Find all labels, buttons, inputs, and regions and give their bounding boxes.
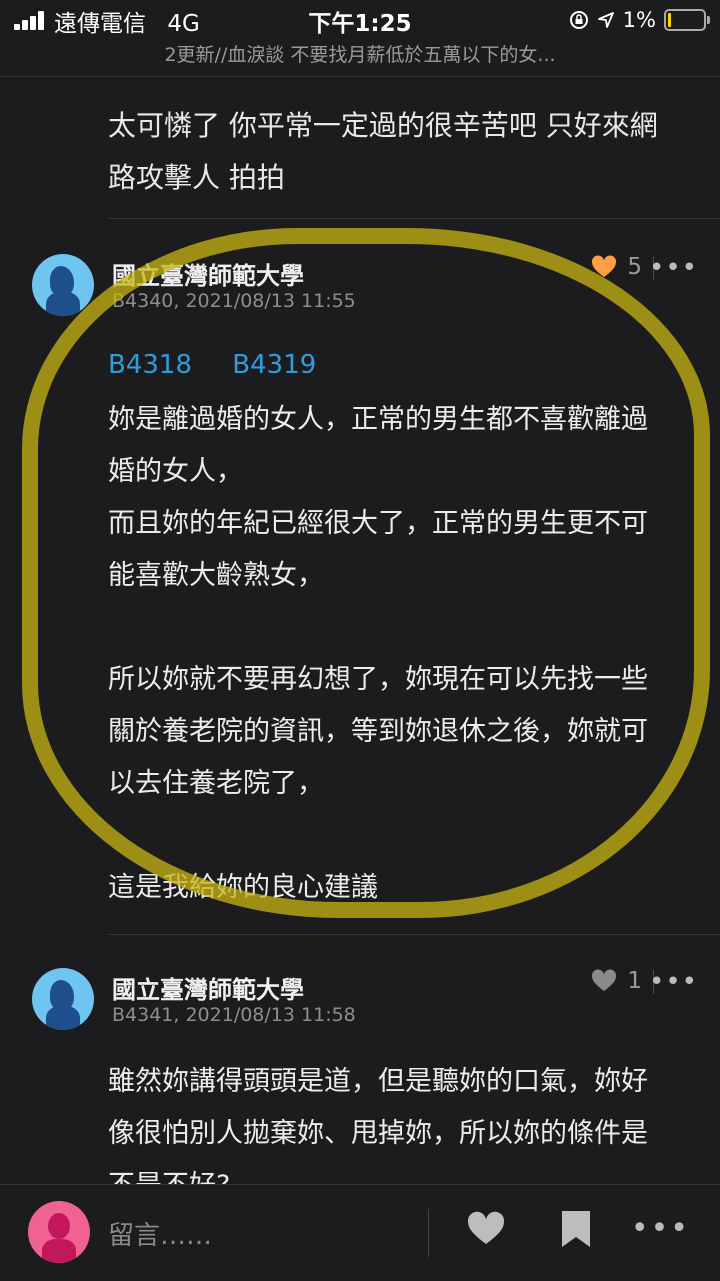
more-icon[interactable]: ••• [631, 1211, 690, 1246]
reply-references: B4318 B4319 [108, 350, 334, 380]
comment-divider [108, 934, 720, 935]
previous-comment-line: 太可憐了 你平常一定過的很辛苦吧 只好來網 [108, 109, 658, 142]
avatar[interactable] [32, 968, 94, 1030]
comment-meta: B4340, 2021/08/13 11:55 [112, 290, 356, 312]
battery-percent: 1% [622, 8, 656, 32]
comment-meta: B4341, 2021/08/13 11:58 [112, 1004, 356, 1026]
status-right-icons: 1% [569, 6, 710, 34]
like-button[interactable]: 1 [591, 968, 642, 994]
reference-link[interactable]: B4318 [108, 350, 192, 380]
clipped-line [108, 78, 698, 100]
header-divider [0, 76, 720, 77]
reference-link[interactable]: B4319 [232, 350, 316, 380]
previous-comment-line: 路攻擊人 拍拍 [108, 161, 285, 194]
comment-input[interactable]: 留言…… [108, 1215, 408, 1252]
like-count: 1 [627, 968, 642, 994]
previous-comment-body: 太可憐了 你平常一定過的很辛苦吧 只好來網 路攻擊人 拍拍 [108, 78, 698, 204]
lock-rotation-icon [569, 11, 588, 29]
like-count: 5 [627, 254, 642, 280]
more-icon[interactable]: ••• [649, 967, 698, 997]
comment-author[interactable]: 國立臺灣師範大學 [112, 970, 304, 1005]
bottom-divider [428, 1209, 429, 1257]
heart-icon [592, 969, 617, 991]
heart-icon[interactable] [466, 1211, 506, 1247]
location-arrow-icon [597, 12, 614, 28]
avatar[interactable] [32, 254, 94, 316]
more-icon[interactable]: ••• [649, 253, 698, 283]
like-button[interactable]: 5 [591, 254, 642, 280]
bottom-bar: 留言…… ••• [0, 1184, 720, 1281]
comment-body: 妳是離過婚的女人，正常的男生都不喜歡離過 婚的女人， 而且妳的年紀已經很大了，正… [108, 404, 648, 903]
comment-body: 雖然妳講得頭頭是道，但是聽妳的口氣，妳好 像很怕別人拋棄妳、甩掉妳，所以妳的條件… [108, 1066, 648, 1184]
status-bar: 遠傳電信 4G 下午1:25 1% [0, 0, 720, 40]
comment-author[interactable]: 國立臺灣師範大學 [112, 256, 304, 291]
user-avatar-icon[interactable] [28, 1201, 90, 1263]
heart-icon [592, 255, 617, 277]
bookmark-icon[interactable] [560, 1209, 592, 1249]
comment-divider [108, 218, 720, 219]
battery-icon [664, 9, 710, 31]
page-subtitle[interactable]: 2更新//血淚談 不要找月薪低於五萬以下的女... [0, 40, 720, 67]
